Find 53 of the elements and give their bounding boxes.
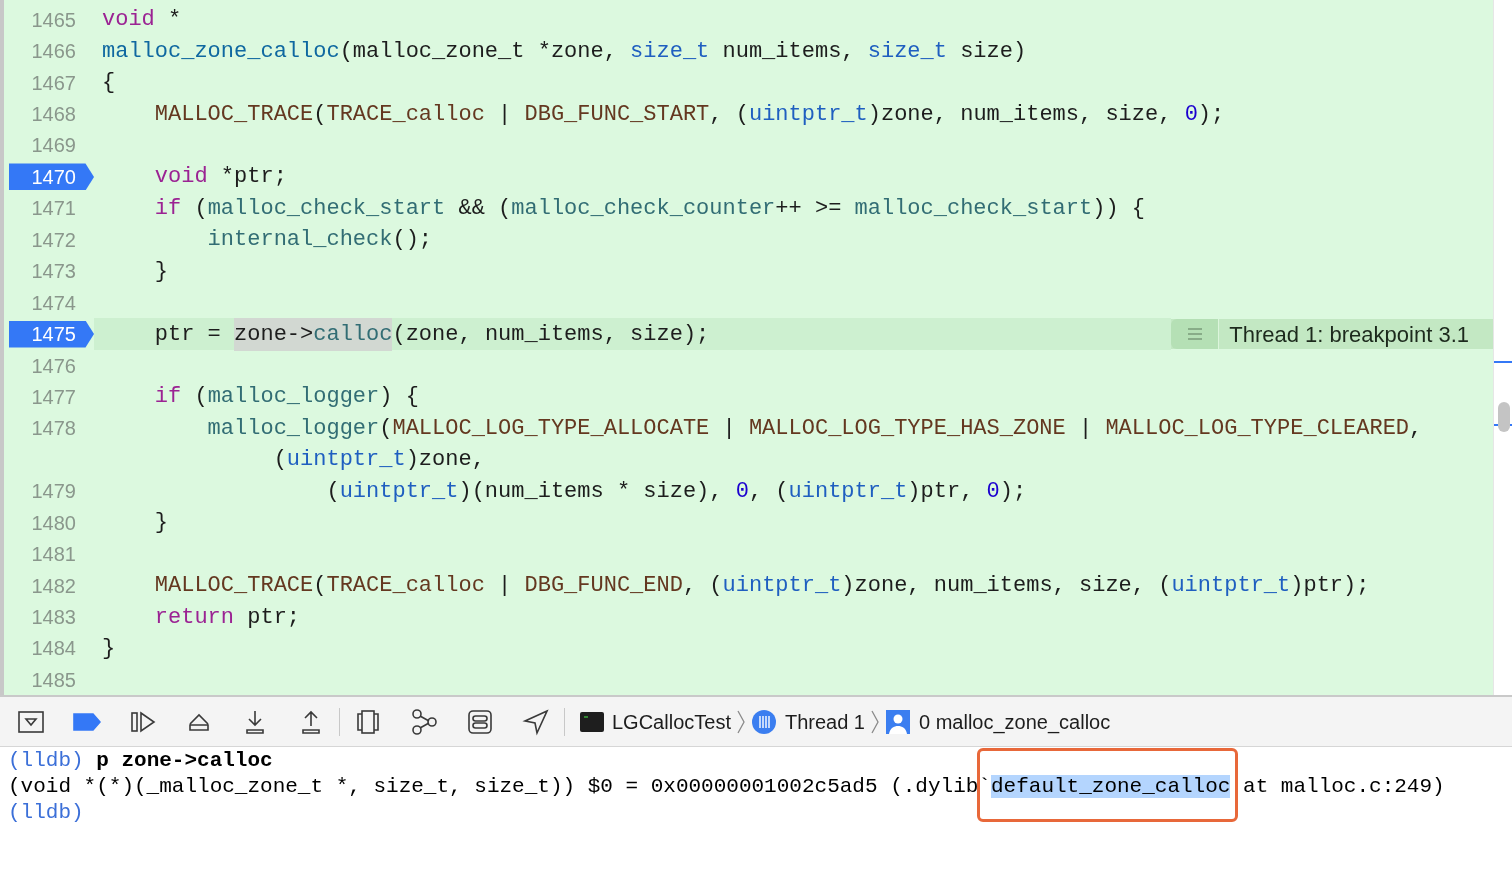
line-number: 1474 <box>30 290 77 316</box>
line-number: 1485 <box>30 667 77 693</box>
line-number: 1466 <box>30 39 77 65</box>
line-number: 1484 <box>30 636 77 662</box>
line-number: 1465 <box>30 7 77 33</box>
code-line: if (malloc_logger) { <box>153 383 420 412</box>
code-line: void *ptr; <box>153 163 288 192</box>
breakpoint-marker[interactable]: 1475 <box>9 320 94 348</box>
line-number: 1479 <box>30 479 77 505</box>
line-number: 1476 <box>30 353 77 379</box>
breakpoint-marker[interactable]: 1470 <box>9 163 94 191</box>
console-command: p zone->calloc <box>96 748 273 774</box>
chevron-icon <box>735 708 746 735</box>
terminal-icon <box>580 711 604 732</box>
line-number: 1471 <box>30 196 77 222</box>
line-number: 1473 <box>30 259 77 285</box>
user-frame-icon <box>885 708 911 735</box>
breadcrumb-item[interactable]: LGCallocTest <box>577 697 734 746</box>
line-number: 1481 <box>30 542 77 568</box>
breakpoint-annotation[interactable]: Thread 1: breakpoint 3.1 <box>1171 319 1493 349</box>
breakpoint-tag-icon <box>73 711 101 732</box>
line-number: 1482 <box>30 573 77 599</box>
line-number: 1472 <box>30 227 77 253</box>
chevron-icon <box>870 708 880 735</box>
line-number: 1483 <box>30 605 77 631</box>
menu-icon <box>1186 328 1203 341</box>
line-number: 1477 <box>30 384 77 410</box>
code-line: internal_check(); <box>206 226 434 255</box>
line-number: 1467 <box>30 70 77 96</box>
code-line: { <box>101 69 117 98</box>
code-line: malloc_zone_calloc(malloc_zone_t *zone, size_t num_items, size_t size) <box>101 37 1028 66</box>
code-line: (uintptr_t)zone, <box>272 446 486 475</box>
code-line: if (malloc_check_start && (malloc_check_counter++ >= malloc_check_start)) { <box>153 194 1146 223</box>
code-line: } <box>101 634 117 663</box>
code-line: MALLOC_TRACE(TRACE_calloc | DBG_FUNC_START, (uintptr_t)zone, num_items, size, 0); <box>153 100 1226 129</box>
code-line: malloc_logger(MALLOC_LOG_TYPE_ALLOCATE | MALLOC_LOG_TYPE_HAS_ZONE | MALLOC_LOG_TYPE_CLEARED, <box>206 414 1424 443</box>
annotation-label: Thread 1: breakpoint 3.1 <box>1228 320 1470 349</box>
code-line: (uintptr_t)(num_items * size), 0, (uintptr_t)ptr, 0); <box>325 477 1028 506</box>
code-line: } <box>153 257 169 286</box>
lldb-prompt: (lldb) <box>8 800 84 826</box>
scroll-thumb[interactable] <box>1498 402 1510 432</box>
code-line: MALLOC_TRACE(TRACE_calloc | DBG_FUNC_END, (uintptr_t)zone, num_items, size, (uintptr_t)ptr); <box>153 572 1371 601</box>
line-number: 1468 <box>30 102 77 128</box>
breadcrumb-item[interactable]: Thread 1 <box>747 697 868 746</box>
line-number: 1478 <box>30 416 77 442</box>
line-number: 1480 <box>30 510 77 536</box>
code-line: } <box>153 509 169 538</box>
code-line: void * <box>101 6 183 35</box>
lldb-prompt: (lldb) <box>8 748 84 774</box>
code-line: return ptr; <box>153 603 302 632</box>
breadcrumb-item[interactable]: 0 malloc_zone_calloc <box>882 697 1114 746</box>
thread-icon <box>750 708 777 735</box>
line-number: 1469 <box>30 133 77 159</box>
